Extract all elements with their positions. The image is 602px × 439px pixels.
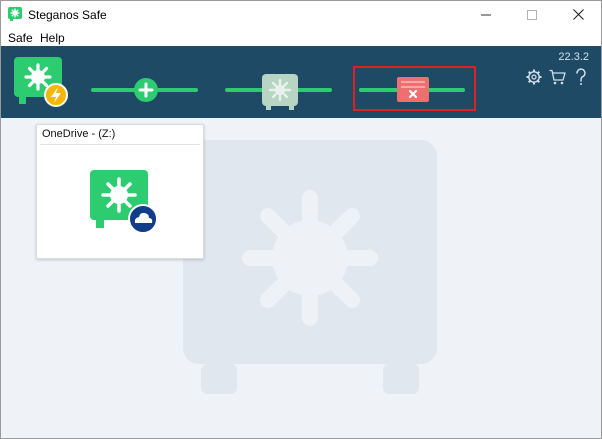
cloud-badge-icon [128,204,158,234]
app-window: Steganos Safe Safe Help 22.3.2 OneDrive … [0,0,602,439]
window-title: Steganos Safe [28,8,107,22]
highlight-box [353,66,476,111]
maximize-button[interactable] [509,1,555,28]
add-safe-icon[interactable] [133,77,159,103]
maximize-icon [527,9,537,20]
title-bar: Steganos Safe [1,1,601,28]
minimize-icon [481,14,491,15]
toolbar: 22.3.2 [1,46,601,118]
menu-help[interactable]: Help [40,31,65,45]
cart-icon[interactable] [549,69,566,85]
help-icon[interactable] [575,68,587,86]
close-button[interactable] [555,1,601,28]
card-divider [40,144,200,145]
menu-bar: Safe Help [1,28,601,46]
safe-lightning-icon[interactable] [13,56,73,110]
watermark-safe-icon [183,140,437,394]
safe-card-title: OneDrive - (Z:) [42,128,116,140]
content-area: OneDrive - (Z:) [1,118,601,438]
safe-app-icon [8,7,22,21]
open-safe-icon[interactable] [261,73,299,111]
step-track [91,88,465,92]
menu-safe[interactable]: Safe [8,31,33,45]
safe-card[interactable]: OneDrive - (Z:) [36,124,204,259]
onedrive-safe-icon[interactable] [89,169,161,237]
close-icon [572,9,584,20]
minimize-button[interactable] [463,1,509,28]
gear-icon[interactable] [526,69,542,85]
